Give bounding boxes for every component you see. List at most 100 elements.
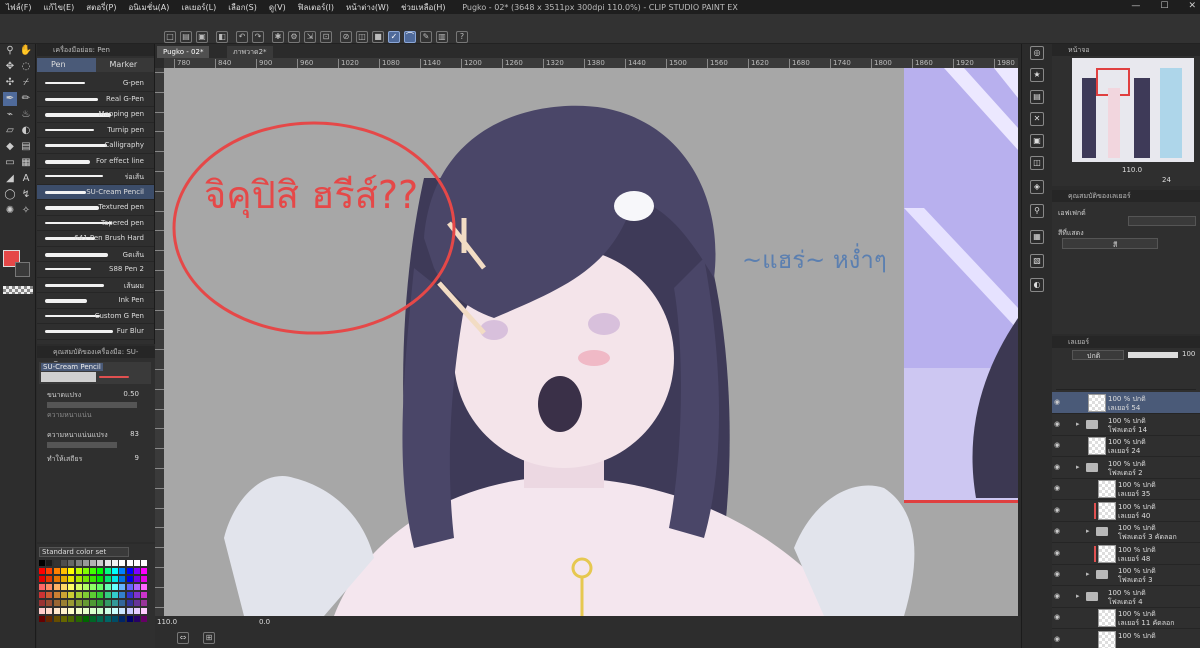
color-swatch[interactable] [68,576,75,582]
figure-tool-icon[interactable]: ▭ [3,156,17,170]
color-swatch[interactable] [75,592,82,598]
color-swatch[interactable] [104,608,111,614]
color-swatch[interactable] [104,584,111,590]
color-swatch[interactable] [39,560,45,566]
text-tool-icon[interactable]: A [19,172,33,186]
color-swatch[interactable] [60,560,67,566]
pen-tool-icon[interactable]: ✒ [3,92,17,106]
subview-icon[interactable]: ★ [1030,68,1044,82]
select-tool-icon[interactable]: ✣ [3,76,17,90]
color-swatch[interactable] [39,616,45,622]
blend-tool-icon[interactable]: ◐ [19,124,33,138]
subtool-tab-0[interactable]: Pen [37,58,96,72]
color-swatch[interactable] [126,560,133,566]
brush-item[interactable]: Fur Blur [37,324,154,340]
color-swatch[interactable] [90,576,97,582]
sub-color-swatch[interactable] [15,262,30,277]
layer-row[interactable]: ◉ ▸ 100 % ปกติ โฟลเดอร์ 3 คัดลอก [1052,521,1200,543]
color-swatch[interactable] [133,568,140,574]
snap-ruler-icon[interactable]: ✓ [388,31,400,43]
help-icon[interactable]: ? [456,31,468,43]
color-swatch[interactable] [60,592,67,598]
eyedropper-tool-icon[interactable]: ⌿ [19,76,33,90]
airbrush-tool-icon[interactable]: ♨ [19,108,33,122]
maximize-button[interactable]: ☐ [1160,1,1168,11]
correct-line-tool-icon[interactable]: ↯ [19,188,33,202]
color-swatch[interactable] [90,608,97,614]
color-swatch[interactable] [82,600,89,606]
color-swatch[interactable] [112,560,118,566]
color-swatch[interactable] [119,560,126,566]
visibility-eye-icon[interactable]: ◉ [1054,527,1060,535]
folder-expand-icon[interactable]: ▸ [1086,527,1090,535]
color-swatch[interactable] [141,576,148,582]
color-swatch[interactable] [133,560,140,566]
color-swatch[interactable] [53,592,60,598]
brush-item[interactable]: 641 Pen Brush Hard [37,231,154,247]
color-swatch[interactable] [90,568,97,574]
brush-item[interactable]: S88 Pen 2 [37,262,154,278]
color-swatch[interactable] [126,600,133,606]
color-swatch[interactable] [126,584,133,590]
color-swatch[interactable] [39,592,45,598]
frame-tool-icon[interactable]: ▦ [19,156,33,170]
color-swatch[interactable] [133,584,140,590]
color-swatch[interactable] [46,600,53,606]
visibility-eye-icon[interactable]: ◉ [1054,420,1060,428]
visibility-eye-icon[interactable]: ◉ [1054,635,1060,643]
layer-row[interactable]: ◉ ▸ 100 % ปกติ โฟลเดอร์ 3 [1052,564,1200,586]
brush-item[interactable]: Gตเส้น [37,247,154,262]
color-swatch[interactable] [60,584,67,590]
palette-icon[interactable]: ▧ [1030,254,1044,268]
color-swatch[interactable] [82,568,89,574]
document-tab-0[interactable]: Pugko - 02* [157,46,210,58]
display-color-select[interactable]: สี [1062,238,1158,249]
color-swatch[interactable] [90,560,97,566]
menu-item-3[interactable]: อนิเมชั่น(A) [128,1,169,14]
layer-row[interactable]: ◉ ▸ 100 % ปกติ โฟลเดอร์ 14 [1052,414,1200,436]
visibility-eye-icon[interactable]: ◉ [1054,506,1060,514]
brush-item[interactable]: For effect line [37,154,154,169]
prop-value-stabilization[interactable]: 9 [135,454,139,462]
brush-item[interactable]: Ink Pen [37,293,154,309]
brush-item[interactable]: Tapered pen [37,216,154,231]
brush-item[interactable]: ร่อเส้น [37,169,154,185]
new-file-icon[interactable]: □ [164,31,176,43]
eraser-tool-icon[interactable]: ▱ [3,124,17,138]
color-swatch[interactable] [82,616,89,622]
flip-icon[interactable]: ⇔ [177,632,189,644]
gradient-tool-icon[interactable]: ▤ [19,140,33,154]
snap-grid-icon[interactable]: ⌒ [404,31,416,43]
color-swatch[interactable] [68,592,75,598]
color-swatch[interactable] [133,592,140,598]
color-swatch[interactable] [53,608,60,614]
color-swatch[interactable] [133,576,140,582]
brush-item[interactable]: Real G-Pen [37,92,154,107]
visibility-eye-icon[interactable]: ◉ [1054,592,1060,600]
transparent-color-swatch[interactable] [3,286,33,294]
color-swatch[interactable] [97,608,104,614]
color-swatch[interactable] [90,616,97,622]
color-swatch[interactable] [112,568,118,574]
color-swatch[interactable] [53,616,60,622]
color-swatch[interactable] [68,584,75,590]
color-swatch[interactable] [112,600,118,606]
color-swatch[interactable] [82,592,89,598]
menu-item-7[interactable]: ฟิลเตอร์(I) [298,1,334,14]
color-swatch[interactable] [39,608,45,614]
visibility-eye-icon[interactable]: ◉ [1054,441,1060,449]
color-swatch[interactable] [97,568,104,574]
layer-row[interactable]: ◉ 100 % ปกติ [1052,629,1200,648]
layer-row[interactable]: ◉ 100 % ปกติ เลเยอร์ 11 คัดลอก [1052,607,1200,629]
density-slider[interactable] [47,442,117,448]
color-swatch[interactable] [75,584,82,590]
color-swatch[interactable] [119,592,126,598]
color-swatch[interactable] [97,600,104,606]
color-swatch[interactable] [46,592,53,598]
color-swatch[interactable] [75,560,82,566]
reference-icon[interactable]: ▥ [436,31,448,43]
color-swatch[interactable] [46,616,53,622]
color-swatch[interactable] [53,584,60,590]
layer-row[interactable]: ◉ ▸ 100 % ปกติ โฟลเดอร์ 4 [1052,586,1200,608]
color-swatch[interactable] [53,568,60,574]
